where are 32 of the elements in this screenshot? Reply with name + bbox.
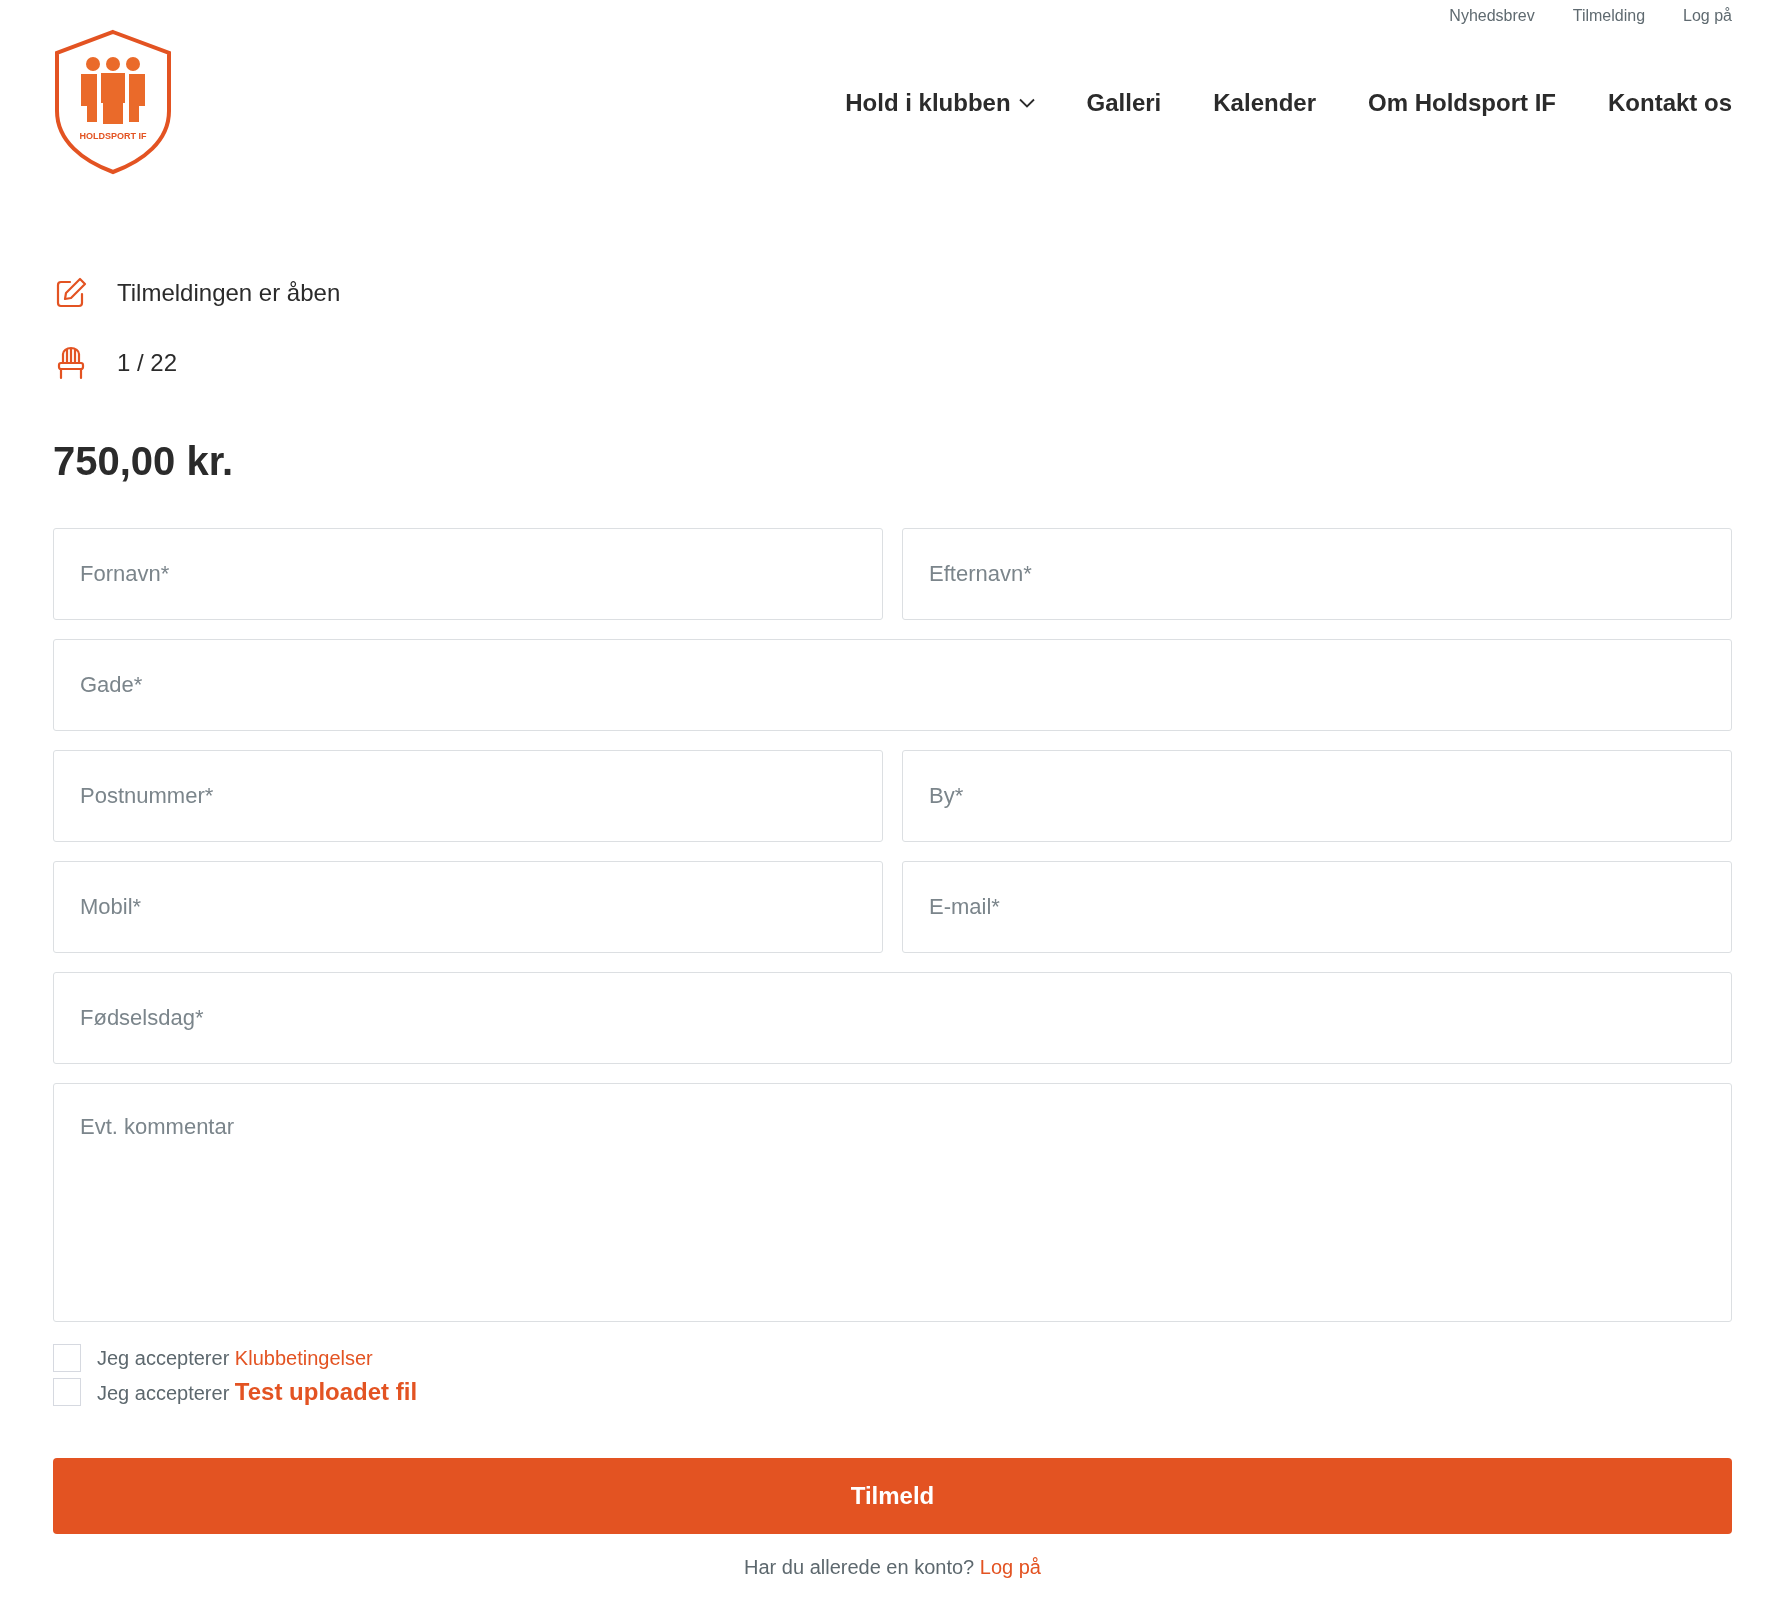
top-link[interactable]: Nyhedsbrev — [1449, 7, 1535, 25]
submit-button[interactable]: Tilmeld — [53, 1458, 1732, 1534]
terms-label: Jeg accepterer Test uploadet fil — [97, 1378, 418, 1406]
checkbox[interactable] — [53, 1344, 81, 1372]
terms-link[interactable]: Test uploadet fil — [234, 1378, 418, 1405]
caret-icon — [1018, 98, 1035, 108]
nav-link[interactable]: Om Holdsport IF — [1368, 89, 1556, 117]
comment-field[interactable]: Evt. kommentar — [53, 1083, 1732, 1322]
nav-link[interactable]: Galleri — [1086, 89, 1162, 117]
input-field[interactable]: E-mail* — [902, 861, 1732, 953]
logo-text: HOLDSPORT IF — [79, 131, 147, 141]
top-link[interactable]: Log på — [1683, 7, 1732, 25]
login-prompt: Har du allerede en konto? Log på — [743, 1556, 1042, 1580]
input-field[interactable]: Fornavn* — [53, 528, 883, 620]
input-field[interactable]: By* — [902, 750, 1732, 842]
price: 750,00 kr. — [53, 439, 235, 484]
input-field[interactable]: Gade* — [53, 639, 1732, 731]
input-field[interactable]: Efternavn* — [902, 528, 1732, 620]
input-field[interactable]: Mobil* — [53, 861, 883, 953]
login-link[interactable]: Log på — [979, 1556, 1041, 1578]
nav-link[interactable]: Kalender — [1213, 89, 1316, 117]
checkbox[interactable] — [53, 1378, 81, 1406]
terms-link[interactable]: Klubbetingelser — [234, 1346, 373, 1369]
input-field[interactable]: Postnummer* — [53, 750, 883, 842]
info-text: 1 / 22 — [117, 349, 178, 377]
people-drawing — [81, 57, 145, 124]
top-link[interactable]: Tilmelding — [1572, 7, 1646, 25]
nav-link[interactable]: Hold i klubben — [845, 89, 1035, 117]
nav-link[interactable]: Kontakt os — [1608, 89, 1732, 117]
terms-label: Jeg accepterer Klubbetingelser — [97, 1346, 373, 1370]
input-field[interactable]: Fødselsdag* — [53, 972, 1732, 1064]
info-text: Tilmeldingen er åben — [117, 279, 341, 307]
